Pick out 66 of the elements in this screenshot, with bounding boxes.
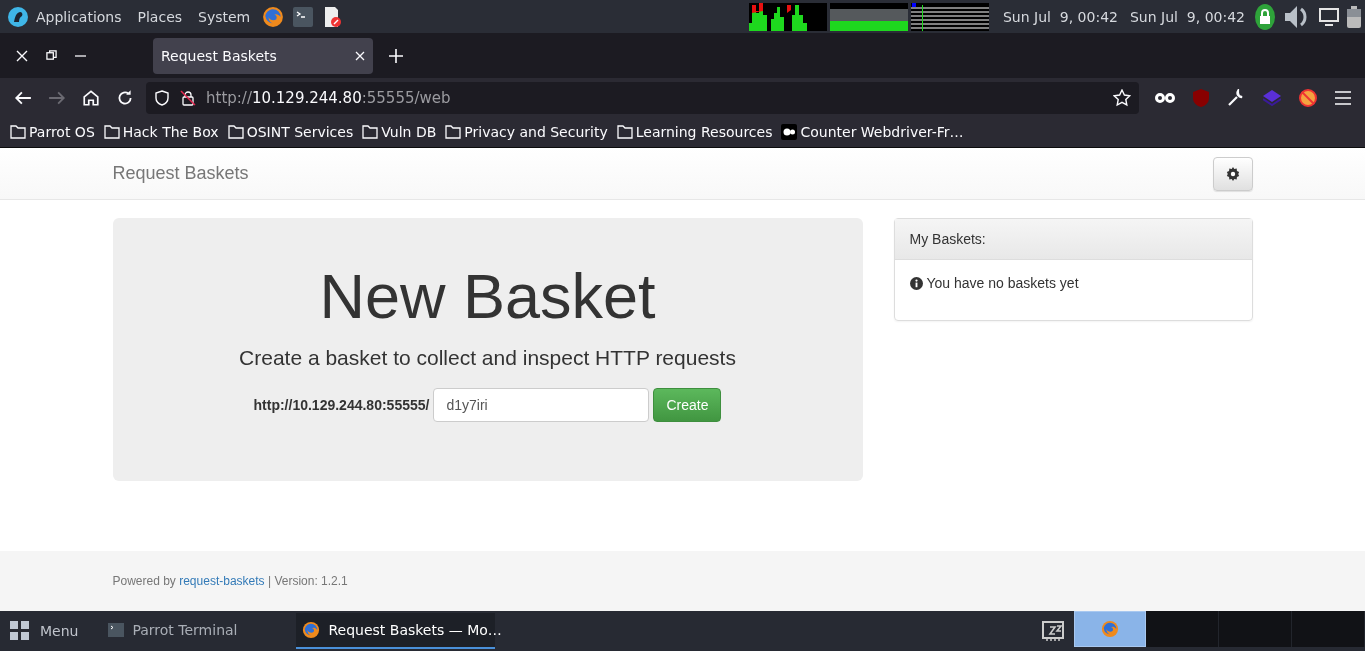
workspace-switcher[interactable] [1146,611,1219,647]
brand-link[interactable]: Request Baskets [112,163,249,184]
menu-item[interactable]: Applications [36,8,122,25]
bookmark-item[interactable]: OSINT Services [227,124,354,140]
folder-icon [227,125,244,139]
workspace-switcher[interactable] [1219,611,1292,647]
terminal-icon[interactable] [292,6,315,27]
home-icon [82,88,100,107]
firefox-icon [1101,620,1119,638]
menu-button[interactable]: Menu [0,611,89,651]
wrench-icon[interactable] [1227,88,1245,107]
folder-icon [362,125,379,139]
bookmark-item[interactable]: Privacy and Security [445,124,608,140]
footer-text: Powered by request-baskets | Version: 1.2.1 [112,574,348,588]
page-heading: New Basket [319,260,656,333]
settings-button[interactable] [1212,156,1253,191]
url-text: http://10.129.244.80:55555/web [206,88,452,107]
taskbar-window-button[interactable]: Parrot Terminal [102,613,283,649]
bookmark-item[interactable]: Hack The Box [103,124,219,140]
site-icon [781,124,798,140]
menu-item[interactable]: System [198,8,251,25]
folder-icon [445,125,462,139]
star-icon[interactable] [1113,88,1131,107]
menu-icon[interactable] [1335,90,1351,105]
close-icon [16,49,28,62]
blocked-extension-icon[interactable] [1299,88,1317,107]
parrot-logo-icon [8,6,28,27]
folder-icon [10,125,26,139]
folder-icon [103,125,120,139]
lock-icon[interactable] [1255,3,1275,30]
document-icon[interactable] [322,6,343,27]
grid-icon [10,621,30,641]
url-prefix-label: http://10.129.244.80:55555/ [253,397,430,413]
empty-message: You have no baskets yet [926,275,1079,291]
bookmark-item[interactable]: Learning Resources [616,124,773,140]
tab-title: Request Baskets [161,47,277,64]
folder-icon [616,125,633,139]
menu-item[interactable]: Places [137,8,183,25]
address-bar[interactable]: http://10.129.244.80:55555/web [146,81,1139,114]
workspace-switcher[interactable] [1292,611,1365,647]
clock-text: Sun Jul 9, 00:42 [1002,8,1118,25]
battery-icon[interactable] [1347,5,1361,28]
shield-icon[interactable] [154,89,170,106]
plus-icon [389,48,403,63]
info-icon [909,276,923,290]
terminal-icon [108,623,125,637]
display-icon[interactable] [1319,7,1339,26]
project-link[interactable]: request-baskets [179,574,265,588]
clock-text: Sun Jul 9, 00:42 [1129,8,1245,25]
mask-icon[interactable] [1155,92,1175,103]
bookmark-item[interactable]: Vuln DB [362,124,437,140]
sleep-icon[interactable] [1042,620,1066,642]
panel-title: My Baskets: [909,231,986,247]
firefox-icon [302,621,321,639]
basket-name-field[interactable]: d1y7iri [433,388,650,422]
browser-tab[interactable]: Request Baskets [153,37,373,74]
restore-icon [46,50,57,61]
bookmark-item[interactable]: Parrot OS [10,124,95,140]
subtitle: Create a basket to collect and inspect HTTP requests [239,346,736,370]
close-icon[interactable] [355,50,365,61]
firefox-icon[interactable] [262,5,285,28]
bookmark-item[interactable]: Counter Webdriver-Fr… [781,124,964,140]
reload-icon [116,88,134,107]
insecure-lock-icon[interactable] [180,89,196,106]
minimize-icon [75,54,86,57]
settings-icon [1225,166,1240,181]
